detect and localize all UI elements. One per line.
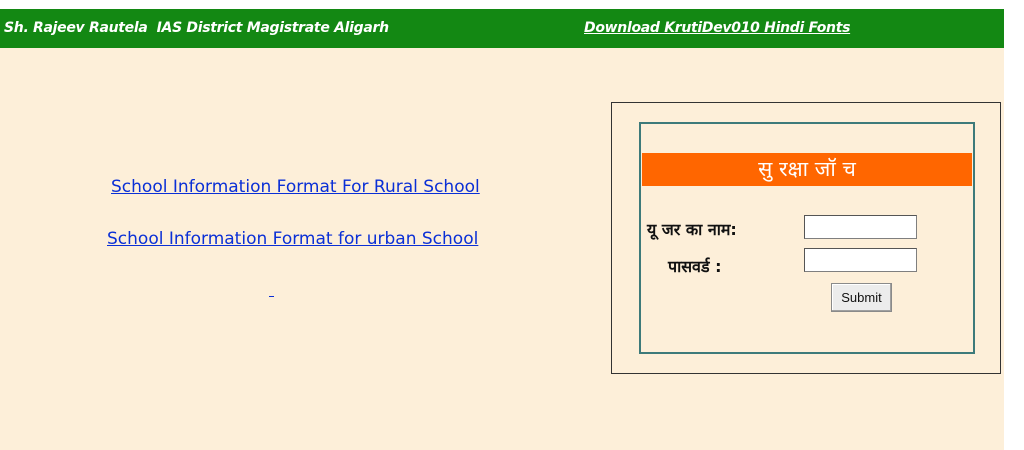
username-input[interactable] (804, 215, 917, 239)
password-label: पासवर्ड : (668, 257, 722, 276)
top-strip (0, 0, 1004, 9)
password-input[interactable] (804, 248, 917, 272)
empty-link[interactable] (269, 296, 274, 297)
right-gutter (1004, 0, 1024, 450)
download-fonts-link[interactable]: Download KrutiDev010 Hindi Fonts (584, 20, 850, 36)
username-label: यू जर का नाम: (647, 220, 737, 239)
login-title: सु रक्षा जॉ च (642, 153, 972, 186)
rural-school-format-link[interactable]: School Information Format For Rural Scho… (111, 177, 480, 197)
page: Sh. Rajeev Rautela IAS District Magistra… (0, 0, 1004, 450)
urban-school-format-link[interactable]: School Information Format for urban Scho… (107, 229, 478, 249)
submit-button[interactable]: Submit (831, 283, 892, 312)
header-title: Sh. Rajeev Rautela IAS District Magistra… (4, 20, 389, 36)
header-bar: Sh. Rajeev Rautela IAS District Magistra… (0, 9, 1004, 48)
